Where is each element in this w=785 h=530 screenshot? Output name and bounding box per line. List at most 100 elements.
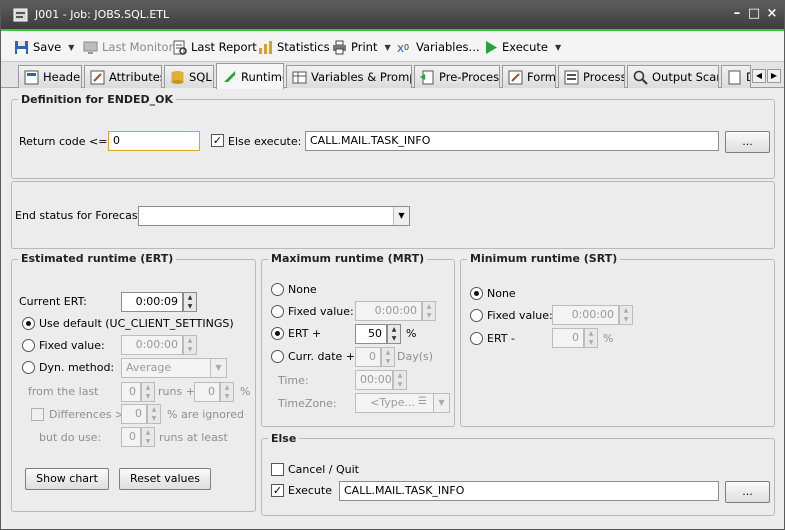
execute-button[interactable]: Execute ▼: [483, 37, 561, 57]
srt-fixed-value-input[interactable]: 0:00:00: [552, 305, 619, 325]
tab-process[interactable]: Process: [558, 65, 625, 88]
variables-button[interactable]: x0 Variables...: [397, 37, 480, 57]
mrt-fixed-value-label: Fixed value:: [288, 305, 354, 318]
tab-variables-prompts[interactable]: Variables & Prompts: [286, 65, 412, 88]
srt-none-radio[interactable]: [470, 287, 483, 300]
differences-label: Differences >: [49, 408, 125, 421]
else-execute-browse-button[interactable]: ...: [725, 131, 770, 153]
ert-fixed-value-stepper[interactable]: ▲ ▼: [183, 335, 197, 355]
tab-header[interactable]: Header: [18, 65, 82, 88]
return-code-input[interactable]: 0: [108, 131, 200, 151]
mrt-ert-plus-input[interactable]: 50: [355, 324, 387, 344]
tab-documentation[interactable]: D: [721, 65, 751, 88]
mrt-fixed-value-radio[interactable]: [271, 305, 284, 318]
current-ert-input[interactable]: 0:00:09: [121, 292, 183, 312]
mrt-none-radio[interactable]: [271, 283, 284, 296]
chevron-down-icon[interactable]: ▼: [393, 207, 409, 225]
last-monitor-button[interactable]: Last Monitor: [83, 37, 173, 57]
forecast-select[interactable]: ▼: [138, 206, 410, 226]
runtime-icon: [222, 69, 237, 84]
statistics-label: Statistics: [277, 40, 330, 54]
ert-use-default-radio[interactable]: [22, 317, 35, 330]
else-execute-input[interactable]: CALL.MAIL.TASK_INFO: [305, 131, 719, 151]
chevron-down-icon[interactable]: ▼: [555, 43, 561, 52]
save-button[interactable]: Save ▼: [14, 37, 74, 57]
from-the-last-stepper[interactable]: ▲ ▼: [141, 382, 155, 402]
svg-text:0: 0: [404, 43, 409, 52]
cancel-quit-checkbox[interactable]: [271, 463, 284, 476]
but-do-use-label: but do use:: [39, 431, 102, 444]
srt-fixed-value-stepper[interactable]: ▲ ▼: [619, 305, 633, 325]
print-button[interactable]: Print ▼: [332, 37, 391, 57]
tab-attributes[interactable]: Attributes: [84, 65, 162, 88]
srt-ert-minus-input[interactable]: 0: [552, 328, 584, 348]
tab-header-label: Header: [43, 70, 82, 84]
form-icon: [508, 70, 523, 85]
maximize-button[interactable]: □: [746, 6, 762, 22]
ert-dyn-method-select[interactable]: Average ▼: [121, 358, 227, 378]
statistics-button[interactable]: Statistics: [258, 37, 330, 57]
mrt-time-stepper[interactable]: ▲ ▼: [393, 370, 407, 390]
mrt-timezone-select[interactable]: <Type... ☰ ▼: [355, 393, 450, 413]
runs-plus-stepper[interactable]: ▲ ▼: [220, 382, 234, 402]
srt-ert-minus-stepper[interactable]: ▲ ▼: [584, 328, 598, 348]
chevron-down-icon[interactable]: ▼: [210, 359, 226, 377]
tab-output-scan[interactable]: Output Scan: [627, 65, 719, 88]
tab-form-label: Form: [527, 70, 556, 84]
minimize-button[interactable]: –: [729, 6, 745, 22]
srt-ert-minus-radio[interactable]: [470, 332, 483, 345]
ert-fixed-value-input[interactable]: 0:00:00: [121, 335, 183, 355]
mrt-time-input[interactable]: 00:00: [355, 370, 393, 390]
srt-fixed-value-radio[interactable]: [470, 309, 483, 322]
ert-fixed-value-radio[interactable]: [22, 339, 35, 352]
current-ert-stepper[interactable]: ▲ ▼: [183, 292, 197, 312]
tab-form[interactable]: Form: [502, 65, 556, 88]
srt-legend: Minimum runtime (SRT): [467, 252, 621, 265]
mrt-ert-plus-stepper[interactable]: ▲ ▼: [387, 324, 401, 344]
tab-runtime[interactable]: Runtime: [216, 63, 284, 89]
close-button[interactable]: ×: [764, 6, 780, 22]
else-browse-button[interactable]: ...: [725, 481, 770, 503]
mrt-curr-date-radio[interactable]: [271, 350, 284, 363]
mrt-fixed-value-input[interactable]: 0:00:00: [355, 301, 422, 321]
reset-values-button[interactable]: Reset values: [119, 468, 211, 490]
last-report-button[interactable]: Last Report: [172, 37, 257, 57]
report-icon: [172, 40, 187, 55]
tab-pre-process[interactable]: Pre-Process: [414, 65, 500, 88]
mrt-curr-date-stepper[interactable]: ▲ ▼: [381, 347, 395, 367]
differences-stepper[interactable]: ▲ ▼: [147, 404, 161, 424]
else-execute-checkbox[interactable]: ✓: [271, 484, 284, 497]
toolbar: Save ▼ Last Monitor Last Report Statisti…: [1, 29, 784, 62]
ended-ok-legend: Definition for ENDED_OK: [18, 93, 177, 106]
ert-dyn-method-radio[interactable]: [22, 361, 35, 374]
mrt-ert-plus-label: ERT +: [288, 327, 322, 340]
runs-plus-input[interactable]: 0: [194, 382, 220, 402]
execute-label: Execute: [502, 40, 548, 54]
header-icon: [24, 70, 39, 85]
from-the-last-input[interactable]: 0: [121, 382, 141, 402]
mrt-ert-plus-radio[interactable]: [271, 327, 284, 340]
mrt-ert-plus-percent: %: [406, 327, 417, 340]
mrt-curr-date-input[interactable]: 0: [355, 347, 381, 367]
chevron-down-icon[interactable]: ▼: [384, 43, 390, 52]
differences-checkbox[interactable]: [31, 408, 44, 421]
list-icon[interactable]: ☰: [418, 396, 427, 407]
else-execute-input[interactable]: CALL.MAIL.TASK_INFO: [339, 481, 719, 501]
else-execute-checkbox[interactable]: ✓: [211, 134, 224, 147]
mrt-fixed-value-stepper[interactable]: ▲ ▼: [422, 301, 436, 321]
tab-process-label: Process: [583, 70, 625, 84]
document-icon: [727, 70, 742, 85]
but-do-use-stepper[interactable]: ▲ ▼: [141, 427, 155, 447]
tab-runtime-label: Runtime: [241, 69, 283, 84]
but-do-use-input[interactable]: 0: [121, 427, 141, 447]
srt-ert-minus-percent: %: [603, 332, 614, 345]
differences-input[interactable]: 0: [121, 404, 147, 424]
chevron-down-icon[interactable]: ▼: [433, 394, 449, 412]
show-chart-button[interactable]: Show chart: [25, 468, 109, 490]
chevron-down-icon[interactable]: ▼: [68, 43, 74, 52]
tab-scroll-right-button[interactable]: ▶: [767, 69, 781, 83]
runs-plus-label: runs +: [158, 385, 195, 398]
tab-sql[interactable]: SQL: [164, 65, 214, 88]
tab-bar: Header Attributes SQL Runtime Variables …: [1, 62, 784, 89]
tab-scroll-left-button[interactable]: ◀: [752, 69, 766, 83]
